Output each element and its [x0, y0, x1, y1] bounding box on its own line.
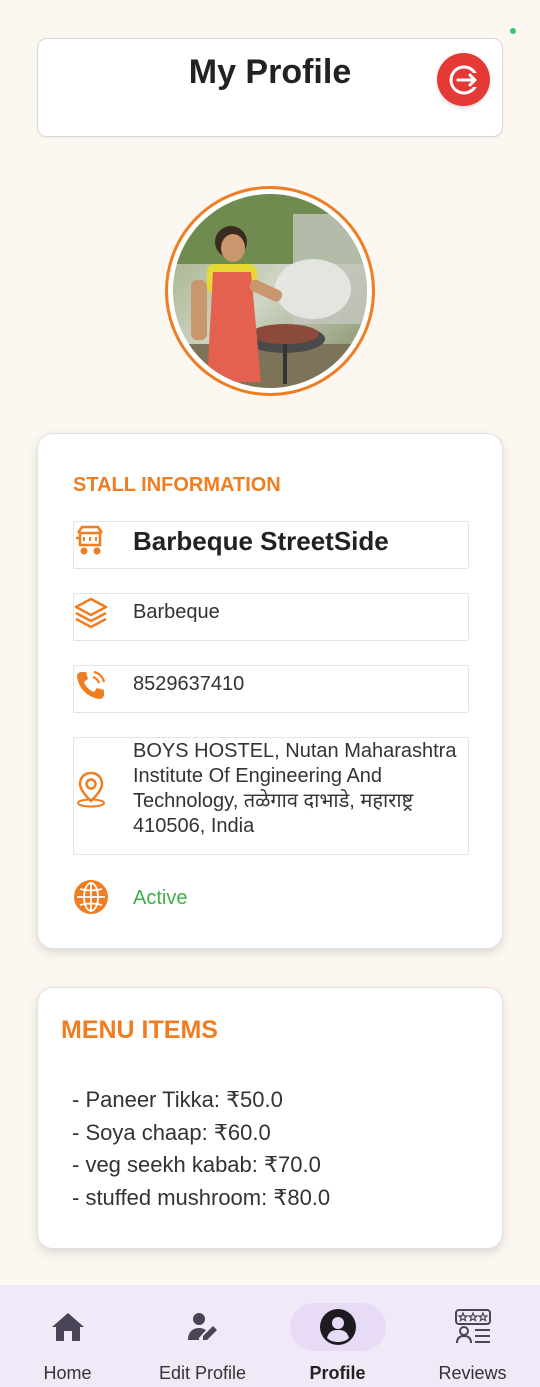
nav-item-edit-profile[interactable]: Edit Profile	[135, 1285, 270, 1387]
menu-items-card: MENU ITEMS - Paneer Tikka: ₹50.0 - Soya …	[37, 987, 503, 1249]
home-icon	[48, 1309, 88, 1345]
menu-item: - stuffed mushroom: ₹80.0	[72, 1184, 331, 1210]
edit-profile-icon	[183, 1309, 223, 1345]
stall-name-row: Barbeque StreetSide	[73, 521, 469, 569]
nav-item-reviews[interactable]: Reviews	[405, 1285, 540, 1387]
stall-status: Active	[133, 887, 188, 909]
menu-item: - veg seekh kabab: ₹70.0	[72, 1152, 321, 1177]
location-pin-icon	[73, 771, 109, 808]
avatar	[165, 186, 375, 396]
nav-label-profile: Profile	[309, 1363, 366, 1383]
nav-label-home: Home	[43, 1363, 92, 1383]
stall-phone: 8529637410	[133, 673, 245, 695]
stall-address: BOYS HOSTEL, Nutan Maharashtra Institute…	[133, 740, 457, 837]
stall-phone-row: 8529637410	[73, 665, 469, 713]
menu-list: - Paneer Tikka: ₹50.0 - Soya chaap: ₹60.…	[72, 1084, 330, 1214]
profile-screen: My Profile STALL INFORMATION Barbeque St…	[0, 0, 540, 1387]
menu-item: - Paneer Tikka: ₹50.0	[72, 1087, 283, 1112]
stall-name: Barbeque StreetSide	[133, 526, 389, 556]
nav-item-home[interactable]: Home	[0, 1285, 135, 1387]
status-indicator	[510, 28, 516, 34]
food-cart-icon	[73, 523, 109, 559]
profile-icon	[318, 1309, 358, 1345]
bottom-navigation: Home Edit Profile Profile Reviews	[0, 1285, 540, 1387]
logout-button[interactable]	[437, 53, 490, 106]
layers-icon	[73, 595, 109, 631]
header-card: My Profile	[37, 38, 503, 137]
avatar-photo	[173, 194, 367, 388]
nav-label-edit-profile: Edit Profile	[158, 1363, 247, 1383]
stall-address-row: BOYS HOSTEL, Nutan Maharashtra Institute…	[73, 737, 469, 855]
globe-icon	[73, 879, 109, 915]
reviews-icon	[453, 1309, 493, 1345]
menu-item: - Soya chaap: ₹60.0	[72, 1119, 271, 1145]
stall-status-row: Active	[73, 879, 469, 917]
logout-icon	[449, 65, 479, 94]
nav-label-reviews: Reviews	[438, 1363, 507, 1383]
stall-category-row: Barbeque	[73, 593, 469, 641]
section-title: STALL INFORMATION	[73, 474, 281, 496]
menu-title: MENU ITEMS	[61, 1016, 218, 1044]
phone-icon	[73, 667, 109, 703]
stall-category: Barbeque	[133, 601, 220, 623]
stall-information-card: STALL INFORMATION Barbeque StreetSide Ba…	[37, 433, 503, 949]
nav-item-profile[interactable]: Profile	[270, 1285, 405, 1387]
page-title: My Profile	[188, 53, 352, 91]
